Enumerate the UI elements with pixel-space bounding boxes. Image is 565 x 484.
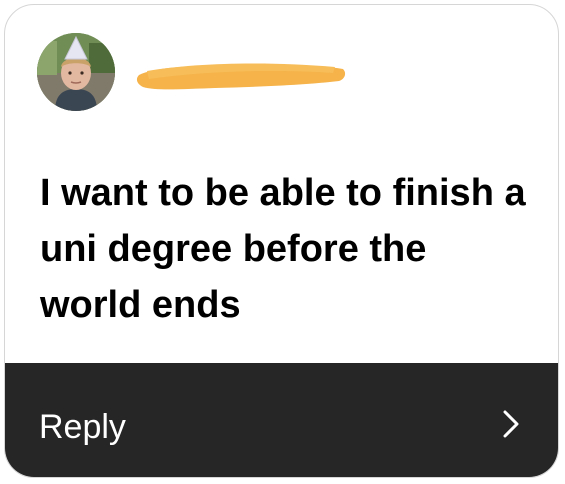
message-text: I want to be able to finish a uni degree… <box>40 172 526 326</box>
reply-bar[interactable]: Reply <box>5 363 558 477</box>
chevron-right-icon <box>503 410 519 438</box>
redacted-username <box>136 63 346 90</box>
profile-photo <box>37 33 115 111</box>
avatar[interactable] <box>37 33 115 111</box>
reply-label: Reply <box>39 408 126 446</box>
story-reply-card: I want to be able to finish a uni degree… <box>4 4 559 478</box>
